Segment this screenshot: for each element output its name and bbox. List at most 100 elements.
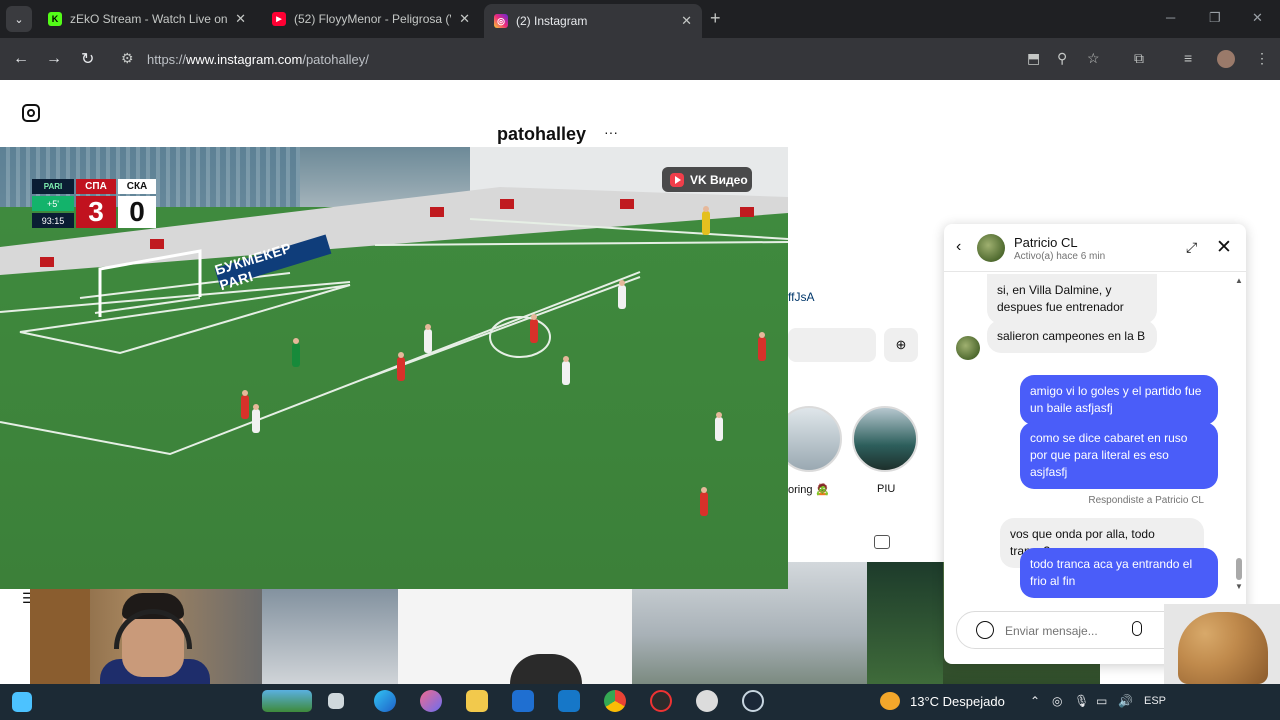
player-white xyxy=(252,404,260,433)
youtube-favicon-icon: ▶ xyxy=(272,12,286,26)
vk-video-badge[interactable]: VK Видео xyxy=(662,167,752,192)
close-tab-icon[interactable]: ✕ xyxy=(459,11,470,27)
player-red xyxy=(397,352,405,381)
scroll-down-arrow[interactable]: ▼ xyxy=(1235,582,1243,591)
tagged-tab-icon[interactable] xyxy=(874,535,890,549)
emoji-icon[interactable] xyxy=(976,621,994,639)
profile-options-button[interactable]: ··· xyxy=(604,124,618,140)
url-host: www.instagram.com xyxy=(186,52,303,67)
close-tab-icon[interactable]: ✕ xyxy=(681,13,692,29)
added-time: +5' xyxy=(32,196,74,211)
file-explorer-icon[interactable] xyxy=(466,690,488,712)
cat-image xyxy=(1178,612,1268,684)
tab-instagram[interactable]: ◎ (2) Instagram ✕ xyxy=(484,4,702,38)
suggest-user-icon[interactable]: ⊕ xyxy=(884,328,918,362)
tab-youtube[interactable]: ▶ (52) FloyyMenor - Peligrosa (Vi ✕ xyxy=(262,6,480,32)
vk-badge-label: VK Видео xyxy=(690,172,748,187)
linesman-yellow xyxy=(702,206,710,235)
highlight-piu[interactable] xyxy=(852,406,918,472)
message-outgoing: amigo vi lo goles y el partido fue un ba… xyxy=(1020,375,1218,425)
url-path: /patohalley/ xyxy=(302,52,369,67)
highlight-label: oring 🧟 xyxy=(788,484,830,496)
profile-username: patohalley xyxy=(497,124,587,144)
browser-menu-icon[interactable]: ⋮ xyxy=(1255,50,1269,67)
site-info-icon[interactable]: ⚙ xyxy=(121,50,134,67)
bio-link[interactable]: ffJsA xyxy=(788,290,814,304)
chrome-icon[interactable] xyxy=(604,690,626,712)
message-incoming: si, en Villa Dalmine, y despues fue entr… xyxy=(987,274,1157,324)
contact-avatar[interactable] xyxy=(977,234,1005,262)
kick-favicon-icon: K xyxy=(48,12,62,26)
extensions-icon[interactable]: ⧉ xyxy=(1134,50,1144,67)
chat-header: ‹ Patricio CL Activo(a) hace 6 min ⤢ ✕ xyxy=(944,224,1246,272)
widgets-icon[interactable] xyxy=(262,690,312,712)
close-tab-icon[interactable]: ✕ xyxy=(235,11,246,27)
player-red xyxy=(700,487,708,516)
dm-chat-panel: ‹ Patricio CL Activo(a) hace 6 min ⤢ ✕ s… xyxy=(944,224,1246,664)
cat-webcam xyxy=(1164,604,1280,684)
expand-icon[interactable]: ⤢ xyxy=(1186,239,1197,256)
network-icon[interactable]: ▭ xyxy=(1096,694,1107,708)
forward-button[interactable]: → xyxy=(46,50,62,68)
contact-name[interactable]: Patricio CL xyxy=(1014,235,1078,250)
reply-note: Respondiste a Patricio CL xyxy=(1088,495,1204,506)
steam-icon[interactable] xyxy=(742,690,764,712)
contact-status: Activo(a) hace 6 min xyxy=(1014,251,1106,262)
instagram-logo-icon[interactable] xyxy=(22,104,40,122)
volume-icon[interactable]: 🔊 xyxy=(1118,694,1133,708)
language-indicator[interactable]: ESP xyxy=(1144,695,1166,707)
back-button[interactable]: ← xyxy=(13,50,29,68)
message-button[interactable] xyxy=(788,328,876,362)
address-bar[interactable]: https://www.instagram.com/patohalley/ xyxy=(147,52,369,67)
zoom-icon[interactable]: ⚲ xyxy=(1057,50,1067,67)
install-app-icon[interactable]: ⬒ xyxy=(1027,50,1040,67)
message-outgoing: como se dice cabaret en ruso por que par… xyxy=(1020,422,1218,489)
player-red xyxy=(241,390,249,419)
chevron-up-icon[interactable]: ⌃ xyxy=(1030,694,1040,708)
minimize-button[interactable]: ─ xyxy=(1166,10,1175,25)
player-white xyxy=(424,324,432,353)
bookmark-star-icon[interactable]: ☆ xyxy=(1087,50,1100,67)
message-outgoing: todo tranca aca ya entrando el frio al f… xyxy=(1020,548,1218,598)
tab-title: (52) FloyyMenor - Peligrosa (Vi xyxy=(294,12,452,26)
app-icon[interactable] xyxy=(696,690,718,712)
scoreboard: PARI +5' 93:15 СПА 3 СКА 0 xyxy=(32,179,156,228)
tab-strip: ⌄ K zEkO Stream - Watch Live on Ki ✕ ▶ (… xyxy=(0,0,1280,38)
chat-scrollbar-thumb[interactable] xyxy=(1236,558,1242,580)
new-tab-button[interactable]: + xyxy=(710,8,721,29)
reload-button[interactable]: ↻ xyxy=(81,49,94,69)
store-icon[interactable] xyxy=(512,690,534,712)
instagram-favicon-icon: ◎ xyxy=(494,14,508,28)
windows-start-icon[interactable] xyxy=(12,692,32,712)
player-white xyxy=(618,280,626,309)
tab-search-button[interactable]: ⌄ xyxy=(6,6,32,32)
tab-kick[interactable]: K zEkO Stream - Watch Live on Ki ✕ xyxy=(38,6,256,32)
weather-moon-icon xyxy=(880,692,900,710)
media-control-icon[interactable]: ≡ xyxy=(1184,50,1192,66)
cabinet xyxy=(30,589,90,684)
away-team: СКА xyxy=(118,179,156,194)
obs-icon[interactable] xyxy=(650,690,672,712)
tray-app-icon[interactable]: ◎ xyxy=(1052,694,1062,708)
close-icon[interactable]: ✕ xyxy=(1216,236,1232,259)
outlook-icon[interactable] xyxy=(558,690,580,712)
microphone-icon[interactable] xyxy=(1132,621,1142,636)
profile-avatar-icon[interactable] xyxy=(1217,50,1235,68)
restore-button[interactable]: ❐ xyxy=(1209,10,1221,26)
match-clock: 93:15 xyxy=(32,213,74,228)
close-window-button[interactable]: ✕ xyxy=(1252,10,1263,26)
weather-text[interactable]: 13°C Despejado xyxy=(910,694,1005,709)
player-white xyxy=(562,356,570,385)
player-red xyxy=(530,314,538,343)
copilot-icon[interactable] xyxy=(420,690,442,712)
chevron-left-icon[interactable]: ‹ xyxy=(956,238,961,256)
post-thumbnail[interactable] xyxy=(867,562,943,684)
scroll-up-arrow[interactable]: ▲ xyxy=(1235,276,1243,285)
tab-title: zEkO Stream - Watch Live on Ki xyxy=(70,12,228,26)
microphone-tray-icon[interactable]: 🎙 xyxy=(1074,694,1089,708)
scoreboard-logo: PARI xyxy=(32,179,74,194)
url-scheme: https:// xyxy=(147,52,187,67)
edge-icon[interactable] xyxy=(374,690,396,712)
task-view-icon[interactable] xyxy=(328,693,344,709)
player-red xyxy=(758,332,766,361)
